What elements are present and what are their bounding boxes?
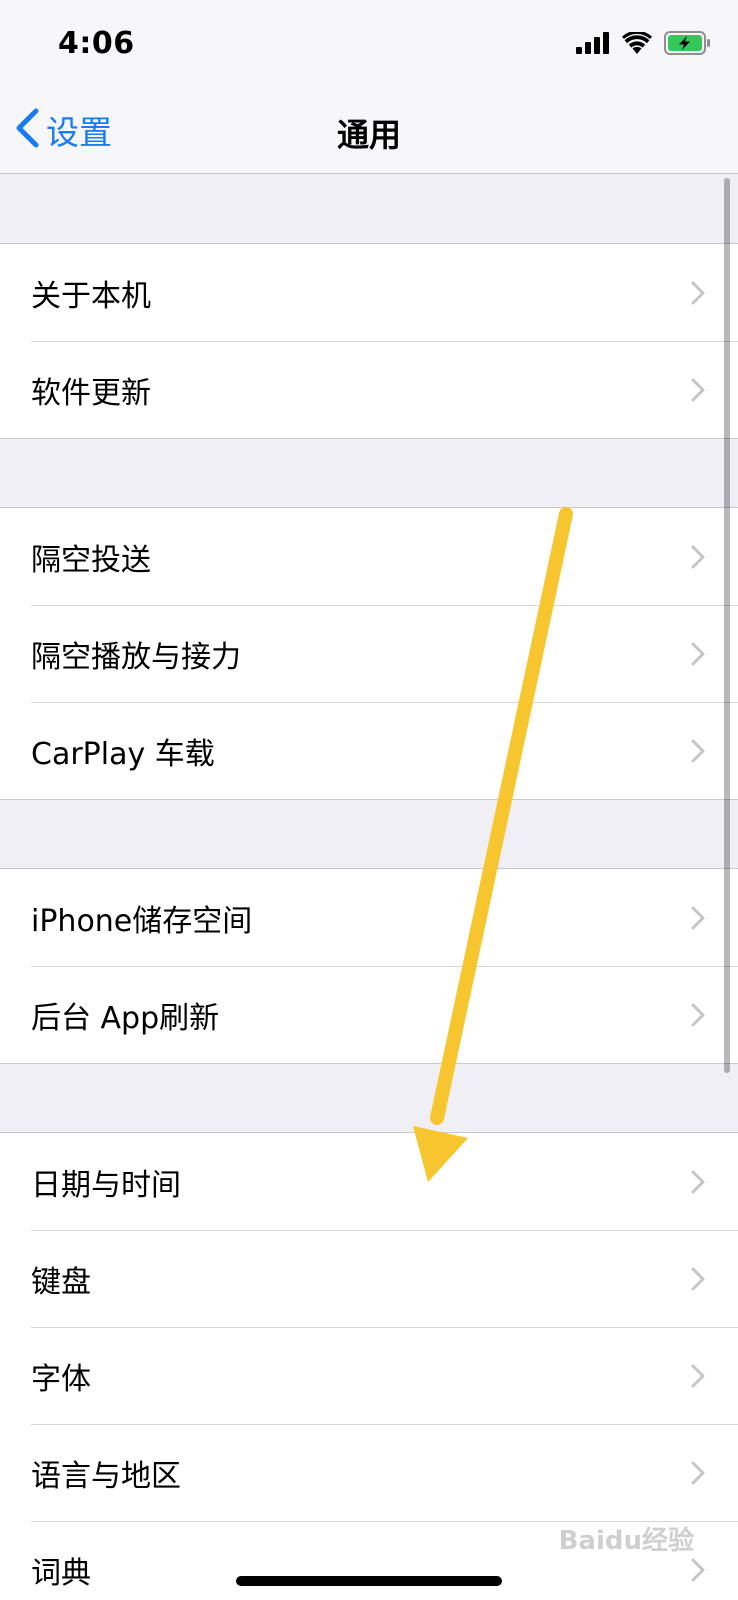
chevron-right-icon	[691, 1267, 705, 1295]
battery-charging-icon	[664, 31, 712, 59]
page-title: 通用	[336, 116, 401, 154]
chevron-right-icon	[691, 281, 705, 309]
list-item-label: 隔空播放与接力	[31, 639, 241, 675]
settings-group: 关于本机 软件更新	[0, 243, 738, 439]
status-icons	[576, 30, 712, 59]
list-item-label: 字体	[31, 1361, 91, 1397]
chevron-right-icon	[691, 1364, 705, 1392]
list-item-label: 后台 App刷新	[31, 1000, 220, 1036]
screen: 4:06 设置 通用 关于本机 软件更新 隔空投送 隔空播放与接力 CarPla…	[0, 0, 738, 1600]
list-item-label: 软件更新	[31, 375, 151, 411]
home-indicator[interactable]	[236, 1576, 502, 1586]
list-item[interactable]: 键盘	[0, 1230, 738, 1327]
list-item-label: iPhone储存空间	[31, 903, 253, 939]
list-item-label: 关于本机	[31, 278, 151, 314]
list-item[interactable]: iPhone储存空间	[0, 869, 738, 966]
settings-group: iPhone储存空间 后台 App刷新	[0, 868, 738, 1064]
list-item-label: CarPlay 车载	[31, 736, 215, 772]
list-item[interactable]: 软件更新	[0, 341, 738, 438]
chevron-right-icon	[691, 1003, 705, 1031]
chevron-right-icon	[691, 1461, 705, 1489]
chevron-right-icon	[691, 545, 705, 573]
chevron-right-icon	[691, 906, 705, 934]
list-item-label: 语言与地区	[31, 1458, 181, 1494]
cellular-signal-icon	[576, 32, 610, 58]
list-item[interactable]: 后台 App刷新	[0, 966, 738, 1063]
list-item[interactable]: 日期与时间	[0, 1133, 738, 1230]
list-item[interactable]: 语言与地区	[0, 1424, 738, 1521]
list-item[interactable]: CarPlay 车载	[0, 702, 738, 799]
list-item-label: 词典	[31, 1555, 91, 1591]
list-item[interactable]: 隔空投送	[0, 508, 738, 605]
chevron-right-icon	[691, 642, 705, 670]
settings-list: 关于本机 软件更新 隔空投送 隔空播放与接力 CarPlay 车载 iPhone…	[0, 175, 738, 1600]
list-item[interactable]: 字体	[0, 1327, 738, 1424]
scroll-indicator[interactable]	[724, 178, 730, 1073]
list-item-label: 隔空投送	[31, 542, 151, 578]
status-time: 4:06	[58, 26, 135, 61]
list-item[interactable]: 隔空播放与接力	[0, 605, 738, 702]
settings-group: 隔空投送 隔空播放与接力 CarPlay 车载	[0, 507, 738, 800]
chevron-right-icon	[691, 378, 705, 406]
wifi-icon	[622, 30, 652, 58]
status-bar: 4:06	[0, 0, 738, 88]
chevron-right-icon	[691, 1558, 705, 1586]
list-item-label: 日期与时间	[31, 1167, 181, 1203]
chevron-right-icon	[691, 739, 705, 767]
list-item[interactable]: 关于本机	[0, 244, 738, 341]
navigation-bar: 设置 通用	[0, 88, 738, 174]
chevron-right-icon	[691, 1170, 705, 1198]
list-item-label: 键盘	[31, 1264, 91, 1300]
watermark: Baidu经验	[558, 1526, 694, 1556]
